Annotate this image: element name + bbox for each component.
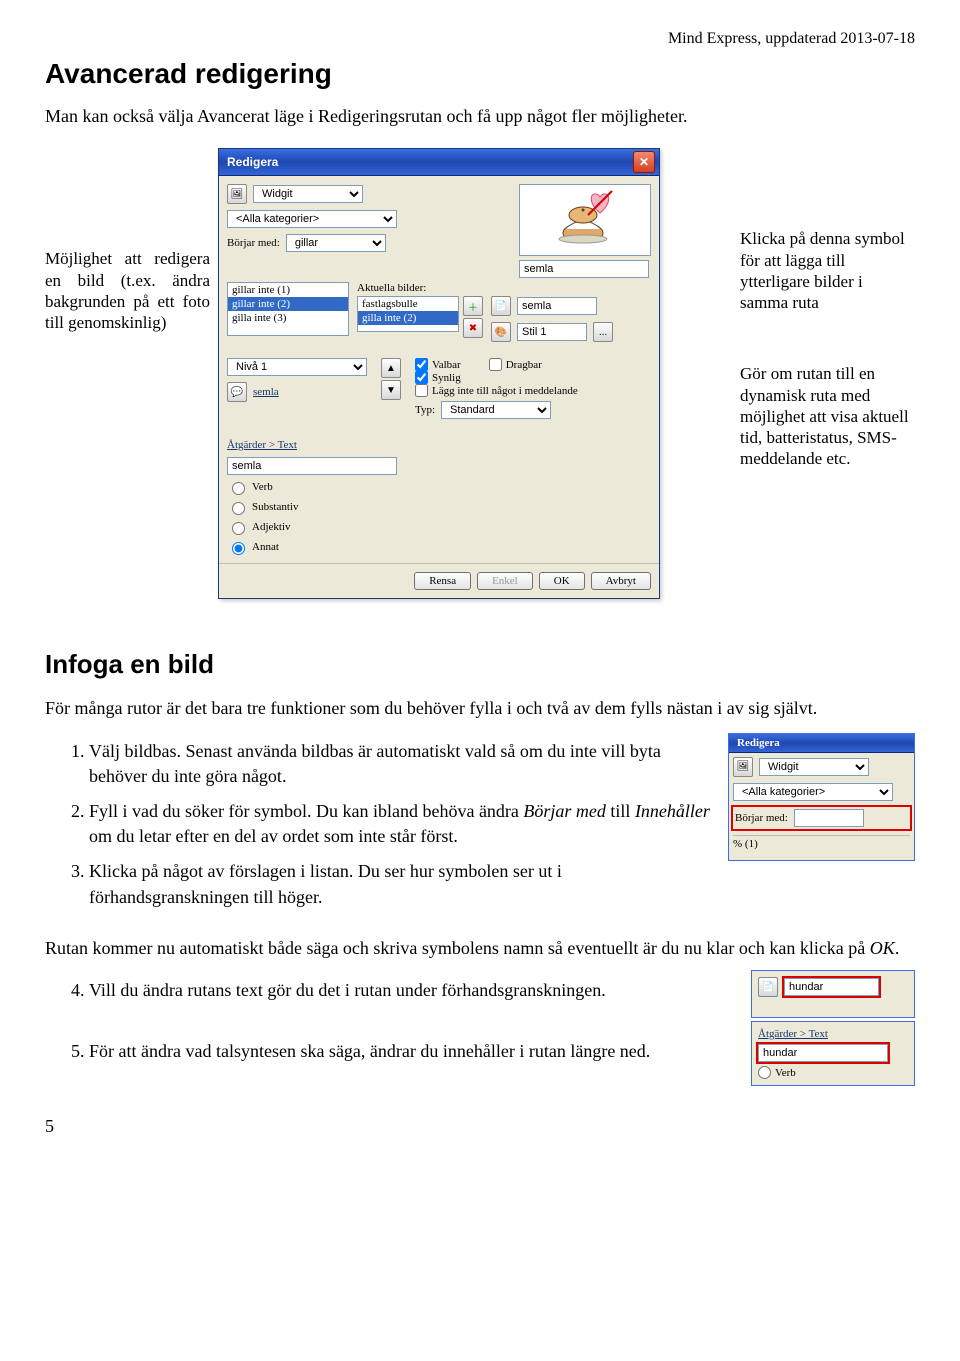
remove-image-icon[interactable]: ✖ xyxy=(463,318,483,338)
down-arrow-icon[interactable]: ▼ xyxy=(381,380,401,400)
borjar-label: Börjar med: xyxy=(227,237,280,249)
typ-label: Typ: xyxy=(415,404,435,416)
lagg-checkbox[interactable]: Lägg inte till något i meddelande xyxy=(415,384,651,397)
borjar-input[interactable]: gillar xyxy=(286,234,386,252)
typ-select[interactable]: Standard xyxy=(441,401,551,419)
heading-2: Infoga en bild xyxy=(45,649,915,680)
mini1-bildbas-select[interactable]: Widgit xyxy=(759,758,869,776)
close-icon[interactable]: ✕ xyxy=(633,151,655,173)
mini-dialog-1: Redigera 🖼 Widgit <Alla kategorier> Börj… xyxy=(728,733,915,861)
semla-2-input[interactable] xyxy=(517,297,597,315)
callout-right-1: Klicka på denna symbol för att lägga til… xyxy=(740,228,915,313)
list-item[interactable]: gilla inte (2) xyxy=(358,311,458,325)
enkel-button[interactable]: Enkel xyxy=(477,572,533,590)
wordclass-radios: Verb Substantiv Adjektiv Annat xyxy=(227,479,651,555)
atgarder-link[interactable]: Åtgärder > Text xyxy=(227,439,651,451)
category-select[interactable]: <Alla kategorier> xyxy=(227,210,397,228)
heading-1: Avancerad redigering xyxy=(45,58,915,90)
dialog-titlebar[interactable]: Redigera ✕ xyxy=(219,149,659,176)
list-item[interactable]: fastlagsbulle xyxy=(358,297,458,311)
mid-paragraph: Rutan kommer nu automatiskt både säga oc… xyxy=(45,936,915,960)
semla-link[interactable]: semla xyxy=(253,386,279,398)
doc-icon[interactable]: 📄 xyxy=(491,296,511,316)
callout-right-2: Gör om rutan till en dynamisk ruta med m… xyxy=(740,363,915,469)
niva-select[interactable]: Nivå 1 xyxy=(227,358,367,376)
mini2-text-input[interactable] xyxy=(784,978,879,996)
rensa-button[interactable]: Rensa xyxy=(414,572,471,590)
widgit-picto-icon[interactable]: 🖼 xyxy=(733,757,753,777)
more-style-button[interactable]: ... xyxy=(593,322,613,342)
list-item[interactable]: gillar inte (2) xyxy=(228,297,348,311)
radio-adjektiv[interactable]: Adjektiv xyxy=(227,519,651,535)
mini3-text-input[interactable] xyxy=(758,1044,888,1062)
doc-icon[interactable]: 📄 xyxy=(758,977,778,997)
heart-crossed-icon xyxy=(586,189,646,243)
mini-box-3: Åtgärder > Text Verb xyxy=(751,1021,915,1086)
widgit-picto-icon[interactable]: 🖼 xyxy=(227,184,247,204)
intro2-paragraph: För många rutor är det bara tre funktion… xyxy=(45,696,915,720)
dialog-figure: Redigera ✕ 🖼 Widgit xyxy=(218,148,732,599)
ok-button[interactable]: OK xyxy=(539,572,585,590)
mini3-atgarder[interactable]: Åtgärder > Text xyxy=(758,1028,908,1040)
redigera-dialog: Redigera ✕ 🖼 Widgit xyxy=(218,148,660,599)
add-image-icon[interactable]: ＋ xyxy=(463,296,483,316)
radio-verb[interactable]: Verb xyxy=(227,479,651,495)
stil-input[interactable] xyxy=(517,323,587,341)
text-input[interactable] xyxy=(227,457,397,475)
speech-icon[interactable]: 💬 xyxy=(227,382,247,402)
mini3-verb-radio[interactable]: Verb xyxy=(758,1066,908,1079)
valbar-checkbox[interactable]: Valbar xyxy=(415,358,461,371)
doc-header: Mind Express, uppdaterad 2013-07-18 xyxy=(45,30,915,48)
list-item[interactable]: gillar inte (1) xyxy=(228,283,348,297)
bildbas-select[interactable]: Widgit xyxy=(253,185,363,203)
avbryt-button[interactable]: Avbryt xyxy=(591,572,651,590)
aktuella-label: Aktuella bilder: xyxy=(357,282,483,294)
aktuella-listbox[interactable]: fastlagsbulle gilla inte (2) xyxy=(357,296,459,332)
preview-text-input[interactable] xyxy=(519,260,649,278)
dialog-title: Redigera xyxy=(227,155,278,169)
callout-left: Möjlighet att redigera en bild (t.ex. än… xyxy=(45,248,210,333)
mini-box-2: 📄 xyxy=(751,970,915,1018)
mini1-percent: % (1) xyxy=(733,838,758,850)
dialog-buttons: Rensa Enkel OK Avbryt xyxy=(219,563,659,598)
up-arrow-icon[interactable]: ▲ xyxy=(381,358,401,378)
dragbar-checkbox[interactable]: Dragbar xyxy=(489,358,542,371)
preview-box xyxy=(519,184,651,256)
mini1-category-select[interactable]: <Alla kategorier> xyxy=(733,783,893,801)
mini1-borjar-label: Börjar med: xyxy=(735,812,788,824)
phrase-listbox[interactable]: gillar inte (1) gillar inte (2) gilla in… xyxy=(227,282,349,336)
style-icon[interactable]: 🎨 xyxy=(491,322,511,342)
page-number: 5 xyxy=(45,1116,915,1137)
synlig-checkbox[interactable]: Synlig xyxy=(415,371,651,384)
radio-annat[interactable]: Annat xyxy=(227,539,651,555)
step-3: Klicka på något av förslagen i listan. D… xyxy=(89,859,915,909)
radio-substantiv[interactable]: Substantiv xyxy=(227,499,651,515)
list-item[interactable]: gilla inte (3) xyxy=(228,311,348,325)
intro-paragraph: Man kan också välja Avancerat läge i Red… xyxy=(45,104,915,128)
mini1-borjar-input[interactable] xyxy=(794,809,864,827)
mini1-title: Redigera xyxy=(737,737,780,749)
